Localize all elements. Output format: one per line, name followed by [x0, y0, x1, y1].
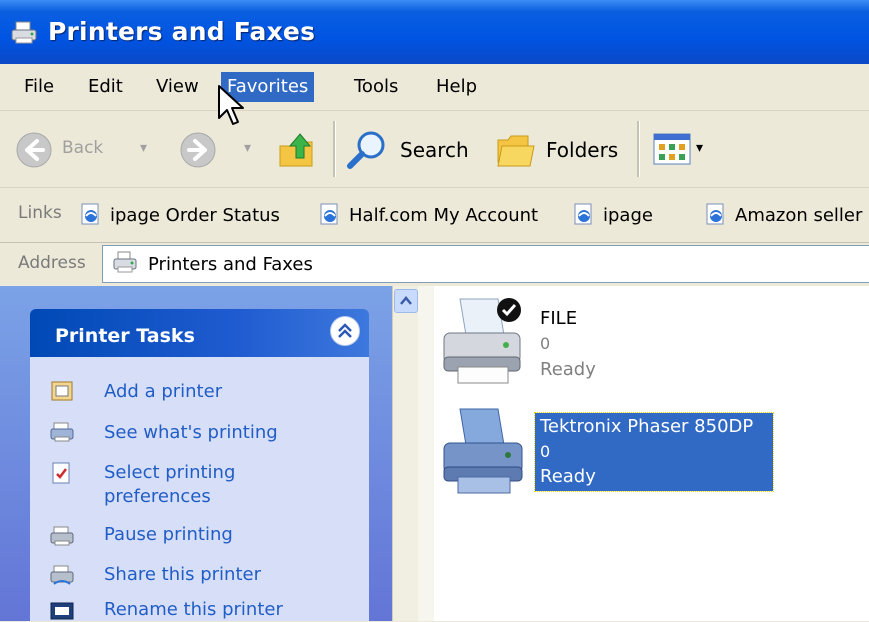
link-label: ipage Order Status	[110, 205, 280, 226]
task-select-printing-preferences[interactable]: Select printing preferences	[104, 461, 344, 509]
print-queue-icon	[50, 422, 74, 442]
folders-button[interactable]: Folders	[494, 128, 624, 172]
window-title: Printers and Faxes	[48, 17, 316, 46]
pane-divider	[418, 286, 434, 621]
menu-tools[interactable]: Tools	[348, 72, 404, 102]
task-pause-printing[interactable]: Pause printing	[104, 523, 233, 547]
task-rename-printer[interactable]: Rename this printer	[104, 598, 283, 622]
preferences-icon	[52, 462, 70, 484]
printer-name: Tektronix Phaser 850DP	[540, 416, 754, 437]
forward-dropdown-icon[interactable]: ▾	[244, 140, 251, 156]
menu-view[interactable]: View	[150, 72, 205, 102]
search-icon	[347, 131, 385, 169]
link-amazon-seller[interactable]: Amazon seller	[705, 203, 862, 226]
default-printer-check-icon	[497, 298, 521, 322]
search-label: Search	[400, 138, 469, 162]
printer-status: Ready	[540, 359, 596, 380]
back-dropdown-icon[interactable]: ▾	[140, 140, 147, 156]
views-grid-icon	[653, 133, 691, 165]
back-arrow-icon	[16, 132, 52, 168]
task-share-printer[interactable]: Share this printer	[104, 563, 261, 587]
ie-page-icon	[574, 203, 592, 225]
menu-help[interactable]: Help	[430, 72, 483, 102]
printer-document-count: 0	[540, 442, 551, 461]
menu-edit[interactable]: Edit	[82, 72, 129, 102]
link-label: Amazon seller	[735, 205, 863, 226]
folders-icon	[497, 135, 535, 167]
ie-page-icon	[320, 203, 338, 225]
menu-file[interactable]: File	[18, 72, 60, 102]
collapse-chevron-icon[interactable]	[330, 316, 360, 346]
links-label: Links	[18, 203, 62, 223]
link-ipage-order-status[interactable]: ipage Order Status	[80, 203, 280, 226]
link-half-com-my-account[interactable]: Half.com My Account	[319, 203, 538, 226]
task-add-printer[interactable]: Add a printer	[104, 380, 222, 404]
back-label: Back	[62, 138, 104, 158]
mouse-cursor-icon	[218, 85, 244, 125]
printer-fax-icon	[10, 20, 40, 46]
rename-printer-icon	[50, 602, 74, 620]
add-printer-icon	[51, 381, 73, 401]
link-ipage[interactable]: ipage	[573, 203, 653, 226]
views-button[interactable]: ▾	[652, 132, 722, 170]
vertical-scrollbar[interactable]	[392, 286, 419, 621]
toolbar-separator	[637, 121, 640, 177]
link-label: ipage	[603, 205, 653, 226]
pause-printer-icon	[50, 526, 74, 546]
printer-document-count: 0	[540, 334, 551, 353]
up-folder-button[interactable]	[276, 128, 320, 172]
address-label: Address	[18, 253, 86, 273]
printer-tasks-title: Printer Tasks	[55, 325, 195, 347]
ie-page-icon	[81, 203, 99, 225]
toolbar-separator	[333, 121, 336, 177]
share-printer-icon	[50, 565, 74, 585]
address-value: Printers and Faxes	[148, 254, 313, 275]
printer-icon	[443, 408, 523, 494]
ie-page-icon	[706, 203, 724, 225]
search-button[interactable]: Search	[345, 128, 475, 172]
printer-item-file[interactable]	[440, 295, 540, 395]
printer-item-tektronix[interactable]	[440, 405, 540, 505]
task-see-whats-printing[interactable]: See what's printing	[104, 421, 278, 445]
printer-status: Ready	[540, 466, 596, 487]
folders-label: Folders	[546, 138, 619, 162]
link-label: Half.com My Account	[349, 205, 539, 226]
printer-fax-icon	[112, 250, 140, 276]
scroll-up-button[interactable]	[394, 289, 418, 313]
printer-name: FILE	[540, 308, 578, 329]
forward-arrow-icon	[180, 132, 216, 168]
forward-button[interactable]: ▾	[178, 130, 268, 170]
back-button[interactable]: Back ▾	[14, 130, 159, 170]
folder-up-icon	[279, 133, 313, 167]
views-dropdown-icon[interactable]: ▾	[696, 140, 703, 156]
